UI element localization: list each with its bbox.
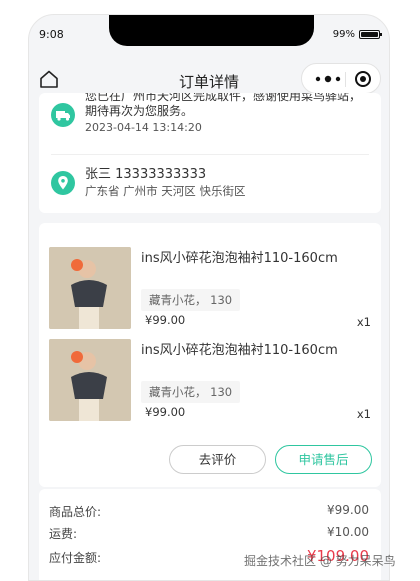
product-quantity: x1 [356, 407, 371, 421]
recipient-name-phone: 张三 13333333333 [85, 167, 207, 182]
product-image [49, 339, 131, 421]
phone-notch [109, 15, 314, 46]
battery-icon [359, 30, 382, 39]
product-price: ¥99.00 [145, 405, 186, 419]
more-icon[interactable] [314, 74, 342, 84]
product-quantity: x1 [356, 315, 371, 329]
shipping-row: 运费: ¥10.00 [49, 525, 369, 541]
product-price: ¥99.00 [145, 313, 186, 327]
status-time: 9:08 [39, 28, 64, 41]
phone-frame: 9:08 99% 订单详情 您已在广州市天河区完成取件，感谢使用菜鸟驿站，期待再… [28, 14, 390, 581]
product-title: ins风小碎花泡泡袖衬110-160cm [141, 251, 338, 266]
goods-item[interactable]: ins风小碎花泡泡袖衬110-160cm 藏青小花， 130 ¥99.00 x1 [49, 247, 371, 329]
product-image [49, 247, 131, 329]
goods-total-value: ¥99.00 [327, 503, 369, 517]
recipient-address: 广东省 广州市 天河区 快乐街区 [85, 184, 246, 198]
shipping-label: 运费: [49, 527, 78, 541]
watermark: 掘金技术社区 @ 努力呆呆鸟 [244, 554, 396, 568]
goods-total-label: 商品总价: [49, 505, 102, 519]
capsule-menu [301, 63, 381, 94]
shipping-value: ¥10.00 [327, 525, 369, 539]
close-miniapp-icon[interactable] [355, 71, 371, 87]
location-pin-icon [51, 171, 75, 195]
review-button[interactable]: 去评价 [169, 445, 266, 474]
goods-card: ins风小碎花泡泡袖衬110-160cm 藏青小花， 130 ¥99.00 x1… [39, 223, 381, 487]
product-title: ins风小碎花泡泡袖衬110-160cm [141, 343, 338, 358]
goods-total-row: 商品总价: ¥99.00 [49, 503, 369, 519]
product-spec: 藏青小花， 130 [141, 289, 241, 311]
logistics-row[interactable]: 您已在广州市天河区完成取件，感谢使用菜鸟驿站，期待再次为您服务。 2023-04… [51, 93, 369, 153]
logistics-card: 您已在广州市天河区完成取件，感谢使用菜鸟驿站，期待再次为您服务。 2023-04… [39, 93, 381, 213]
battery-percent: 99% [332, 29, 355, 40]
truck-icon [51, 103, 75, 127]
capsule-divider [345, 72, 346, 87]
payable-label: 应付金额: [49, 551, 102, 565]
logistics-message: 您已在广州市天河区完成取件，感谢使用菜鸟驿站，期待再次为您服务。 [85, 93, 362, 118]
product-spec: 藏青小花， 130 [141, 381, 241, 403]
goods-item[interactable]: ins风小碎花泡泡袖衬110-160cm 藏青小花， 130 ¥99.00 x1 [49, 339, 371, 421]
logistics-time: 2023-04-14 13:14:20 [85, 121, 202, 134]
divider [51, 154, 369, 155]
after-sale-button[interactable]: 申请售后 [275, 445, 372, 474]
address-row[interactable]: 张三 13333333333 广东省 广州市 天河区 快乐街区 [51, 167, 369, 201]
